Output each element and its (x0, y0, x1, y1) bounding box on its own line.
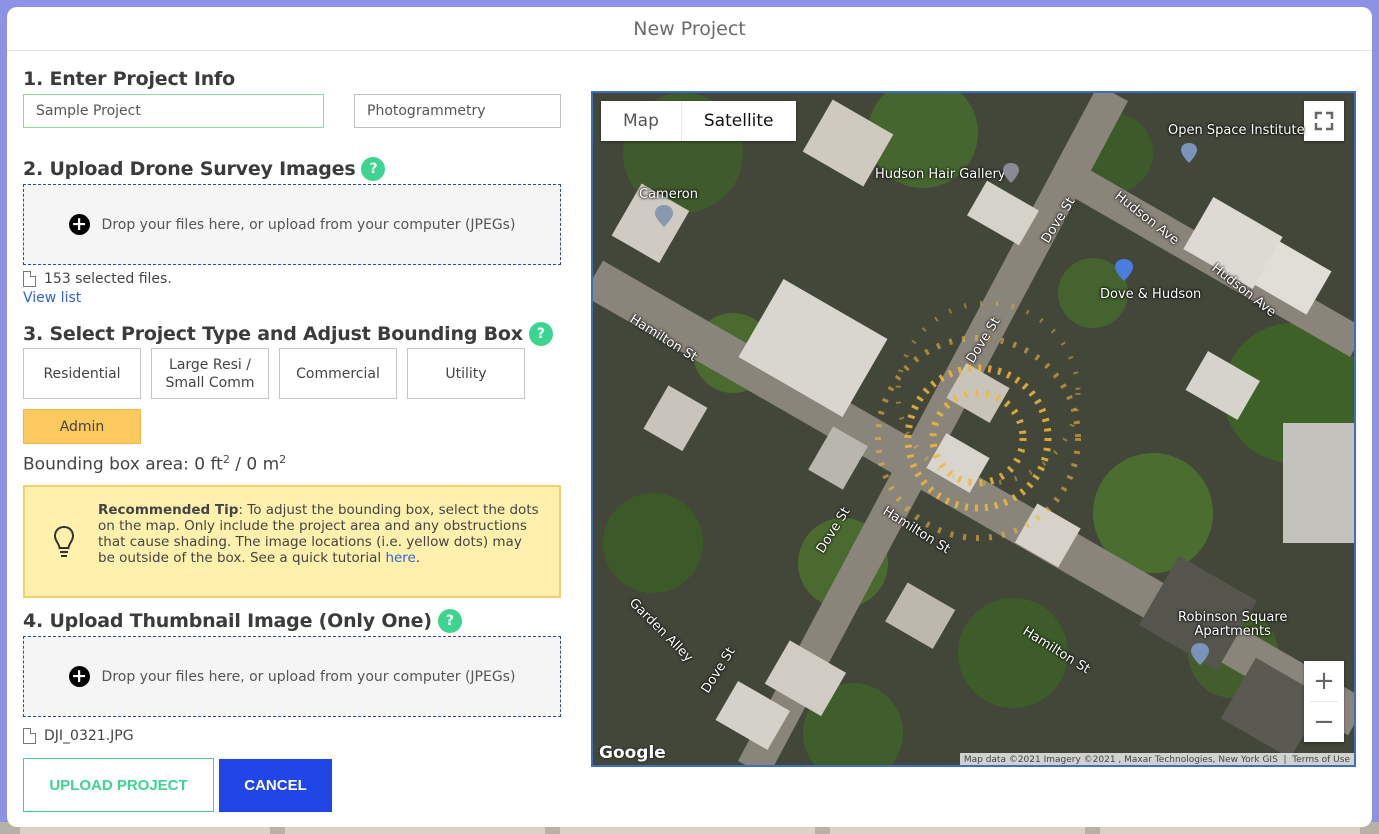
project-name-input[interactable]: Sample Project (23, 94, 324, 128)
bbox-metric: / 0 m (229, 454, 280, 475)
map-type-map-button[interactable]: Map (601, 101, 681, 141)
bbox-sup: 2 (279, 453, 287, 466)
zoom-in-button[interactable]: + (1304, 661, 1344, 701)
step2-heading: 2. Upload Drone Survey Images? (23, 157, 386, 181)
shopping-pin-icon[interactable] (1115, 259, 1133, 281)
cancel-button[interactable]: CANCEL (219, 759, 332, 812)
zoom-controls: + − (1304, 661, 1344, 742)
location-pin-icon[interactable] (1003, 163, 1019, 183)
project-form: 1. Enter Project Info Sample Project Pho… (23, 7, 563, 827)
map-label-cameron: Cameron (639, 187, 698, 202)
map-label-robinson: Robinson Square Apartments (1178, 610, 1288, 639)
map-label-dove-hudson: Dove & Hudson (1100, 287, 1202, 302)
step4-heading: 4. Upload Thumbnail Image (Only One)? (23, 609, 462, 633)
new-project-modal: New Project 1. Enter Project Info Sample… (7, 7, 1372, 827)
help-icon[interactable]: ? (361, 157, 386, 181)
plus-circle-icon: + (68, 666, 90, 687)
satellite-imagery (593, 93, 1354, 765)
selected-files-info: 153 selected files. (23, 271, 172, 287)
map-type-toggle: Map Satellite (601, 101, 796, 141)
type-commercial-button[interactable]: Commercial (279, 348, 397, 399)
step4-heading-text: 4. Upload Thumbnail Image (Only One) (23, 610, 432, 632)
google-logo: Google (599, 743, 666, 763)
help-icon[interactable]: ? (437, 609, 462, 633)
terms-of-use-link[interactable]: Terms of Use (1292, 755, 1350, 765)
map-view[interactable]: Map Satellite Open Space Institute Hudso… (591, 91, 1356, 767)
type-admin-button[interactable]: Admin (23, 409, 141, 444)
type-utility-button[interactable]: Utility (407, 348, 525, 399)
dropzone-text: Drop your files here, or upload from you… (101, 668, 516, 685)
map-type-satellite-button[interactable]: Satellite (680, 101, 796, 141)
map-attribution: Map data ©2021 Imagery ©2021 , Maxar Tec… (959, 753, 1354, 765)
step1-heading: 1. Enter Project Info (23, 68, 235, 90)
type-residential-button[interactable]: Residential (23, 348, 141, 399)
survey-images-dropzone[interactable]: + Drop your files here, or upload from y… (23, 184, 561, 265)
help-icon[interactable]: ? (528, 322, 553, 346)
type-large-resi-button[interactable]: Large Resi / Small Comm (151, 348, 269, 399)
selected-files-count: 153 selected files. (44, 271, 172, 287)
map-label-hair-gallery: Hudson Hair Gallery (875, 167, 1006, 182)
thumbnail-file-name: DJI_0321.JPG (44, 728, 134, 744)
step3-heading-text: 3. Select Project Type and Adjust Boundi… (23, 323, 523, 345)
thumbnail-dropzone[interactable]: + Drop your files here, or upload from y… (23, 636, 561, 717)
fullscreen-icon (1314, 111, 1334, 131)
dropzone-text: Drop your files here, or upload from you… (101, 216, 516, 233)
step3-heading: 3. Select Project Type and Adjust Boundi… (23, 322, 553, 346)
location-pin-icon[interactable] (1191, 643, 1209, 665)
bounding-box-area: Bounding box area: 0 ft2 / 0 m2 (23, 453, 286, 475)
view-list-link[interactable]: View list (23, 290, 81, 306)
museum-pin-icon[interactable] (1181, 143, 1197, 163)
plus-circle-icon: + (68, 214, 90, 235)
zoom-out-button[interactable]: − (1304, 702, 1344, 742)
upload-project-button[interactable]: UPLOAD PROJECT (23, 758, 214, 812)
tip-title: Recommended Tip (98, 502, 239, 518)
file-icon (23, 271, 36, 287)
fullscreen-button[interactable] (1304, 101, 1344, 141)
bbox-sup: 2 (222, 453, 230, 466)
recommended-tip: Recommended Tip: To adjust the bounding … (23, 485, 561, 598)
attribution-text: Map data ©2021 Imagery ©2021 , Maxar Tec… (963, 755, 1278, 765)
file-icon (23, 728, 36, 744)
tutorial-link[interactable]: here (385, 550, 415, 566)
project-type-select[interactable]: Photogrammetry (354, 94, 561, 128)
bbox-label: Bounding box area: 0 ft (23, 454, 223, 475)
lightbulb-icon (53, 525, 75, 557)
step2-heading-text: 2. Upload Drone Survey Images (23, 158, 356, 180)
tip-end: . (415, 550, 421, 566)
church-pin-icon[interactable] (655, 205, 673, 227)
thumbnail-file-info: DJI_0321.JPG (23, 728, 134, 744)
map-label-open-space: Open Space Institute (1168, 123, 1305, 138)
